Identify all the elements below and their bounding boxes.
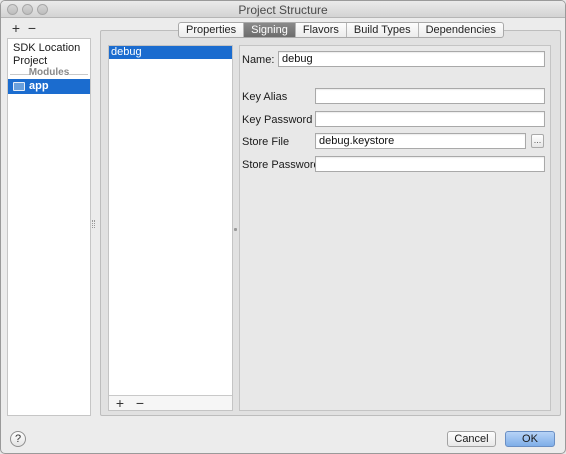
module-settings-panel: debug + − Name: Key Alias Key Password S…: [100, 30, 561, 416]
help-button[interactable]: ?: [10, 431, 26, 447]
title-bar: Project Structure: [1, 1, 565, 18]
splitter-grip-icon: [92, 220, 95, 228]
store-password-field[interactable]: [315, 156, 545, 172]
sidebar-item-label: app: [29, 80, 49, 92]
add-config-button[interactable]: +: [111, 396, 129, 410]
tab-properties[interactable]: Properties: [179, 23, 245, 37]
store-file-field[interactable]: [315, 133, 526, 149]
signing-config-list: debug + −: [108, 45, 233, 411]
splitter-grip-icon: [234, 228, 237, 231]
project-structure-window: Project Structure + − SDK Location Proje…: [0, 0, 566, 454]
tab-signing[interactable]: Signing: [244, 23, 296, 37]
config-list-footer: + −: [109, 395, 232, 410]
ok-button[interactable]: OK: [505, 431, 555, 447]
separator-line: [68, 74, 88, 75]
tab-build-types[interactable]: Build Types: [347, 23, 419, 37]
add-module-button[interactable]: +: [9, 21, 23, 37]
sidebar-splitter[interactable]: [91, 38, 100, 416]
sidebar-toolbar: + −: [7, 21, 97, 37]
modules-section-label: Modules: [28, 67, 70, 78]
store-file-label: Store File: [242, 136, 290, 148]
name-label: Name:: [242, 54, 275, 66]
sidebar-item-sdk-location[interactable]: SDK Location: [13, 42, 80, 55]
settings-tabs: Properties Signing Flavors Build Types D…: [178, 22, 504, 38]
list-item[interactable]: debug: [109, 46, 232, 59]
folder-module-icon: [13, 82, 25, 91]
signing-form: Name: Key Alias Key Password Store File …: [239, 45, 551, 411]
tab-flavors[interactable]: Flavors: [296, 23, 347, 37]
cancel-button[interactable]: Cancel: [447, 431, 496, 447]
window-title: Project Structure: [238, 3, 328, 17]
sidebar-item-app[interactable]: app: [8, 79, 90, 94]
tab-dependencies[interactable]: Dependencies: [419, 23, 503, 37]
name-field[interactable]: [278, 51, 545, 67]
key-password-label: Key Password: [242, 114, 313, 126]
key-password-field[interactable]: [315, 111, 545, 127]
remove-module-button[interactable]: −: [25, 21, 39, 37]
key-alias-label: Key Alias: [242, 91, 288, 103]
store-password-label: Store Password: [242, 159, 320, 171]
browse-store-file-button[interactable]: ...: [531, 134, 544, 148]
key-alias-field[interactable]: [315, 88, 545, 104]
remove-config-button[interactable]: −: [131, 396, 149, 410]
sidebar-list: SDK Location Project Modules app: [7, 38, 91, 416]
